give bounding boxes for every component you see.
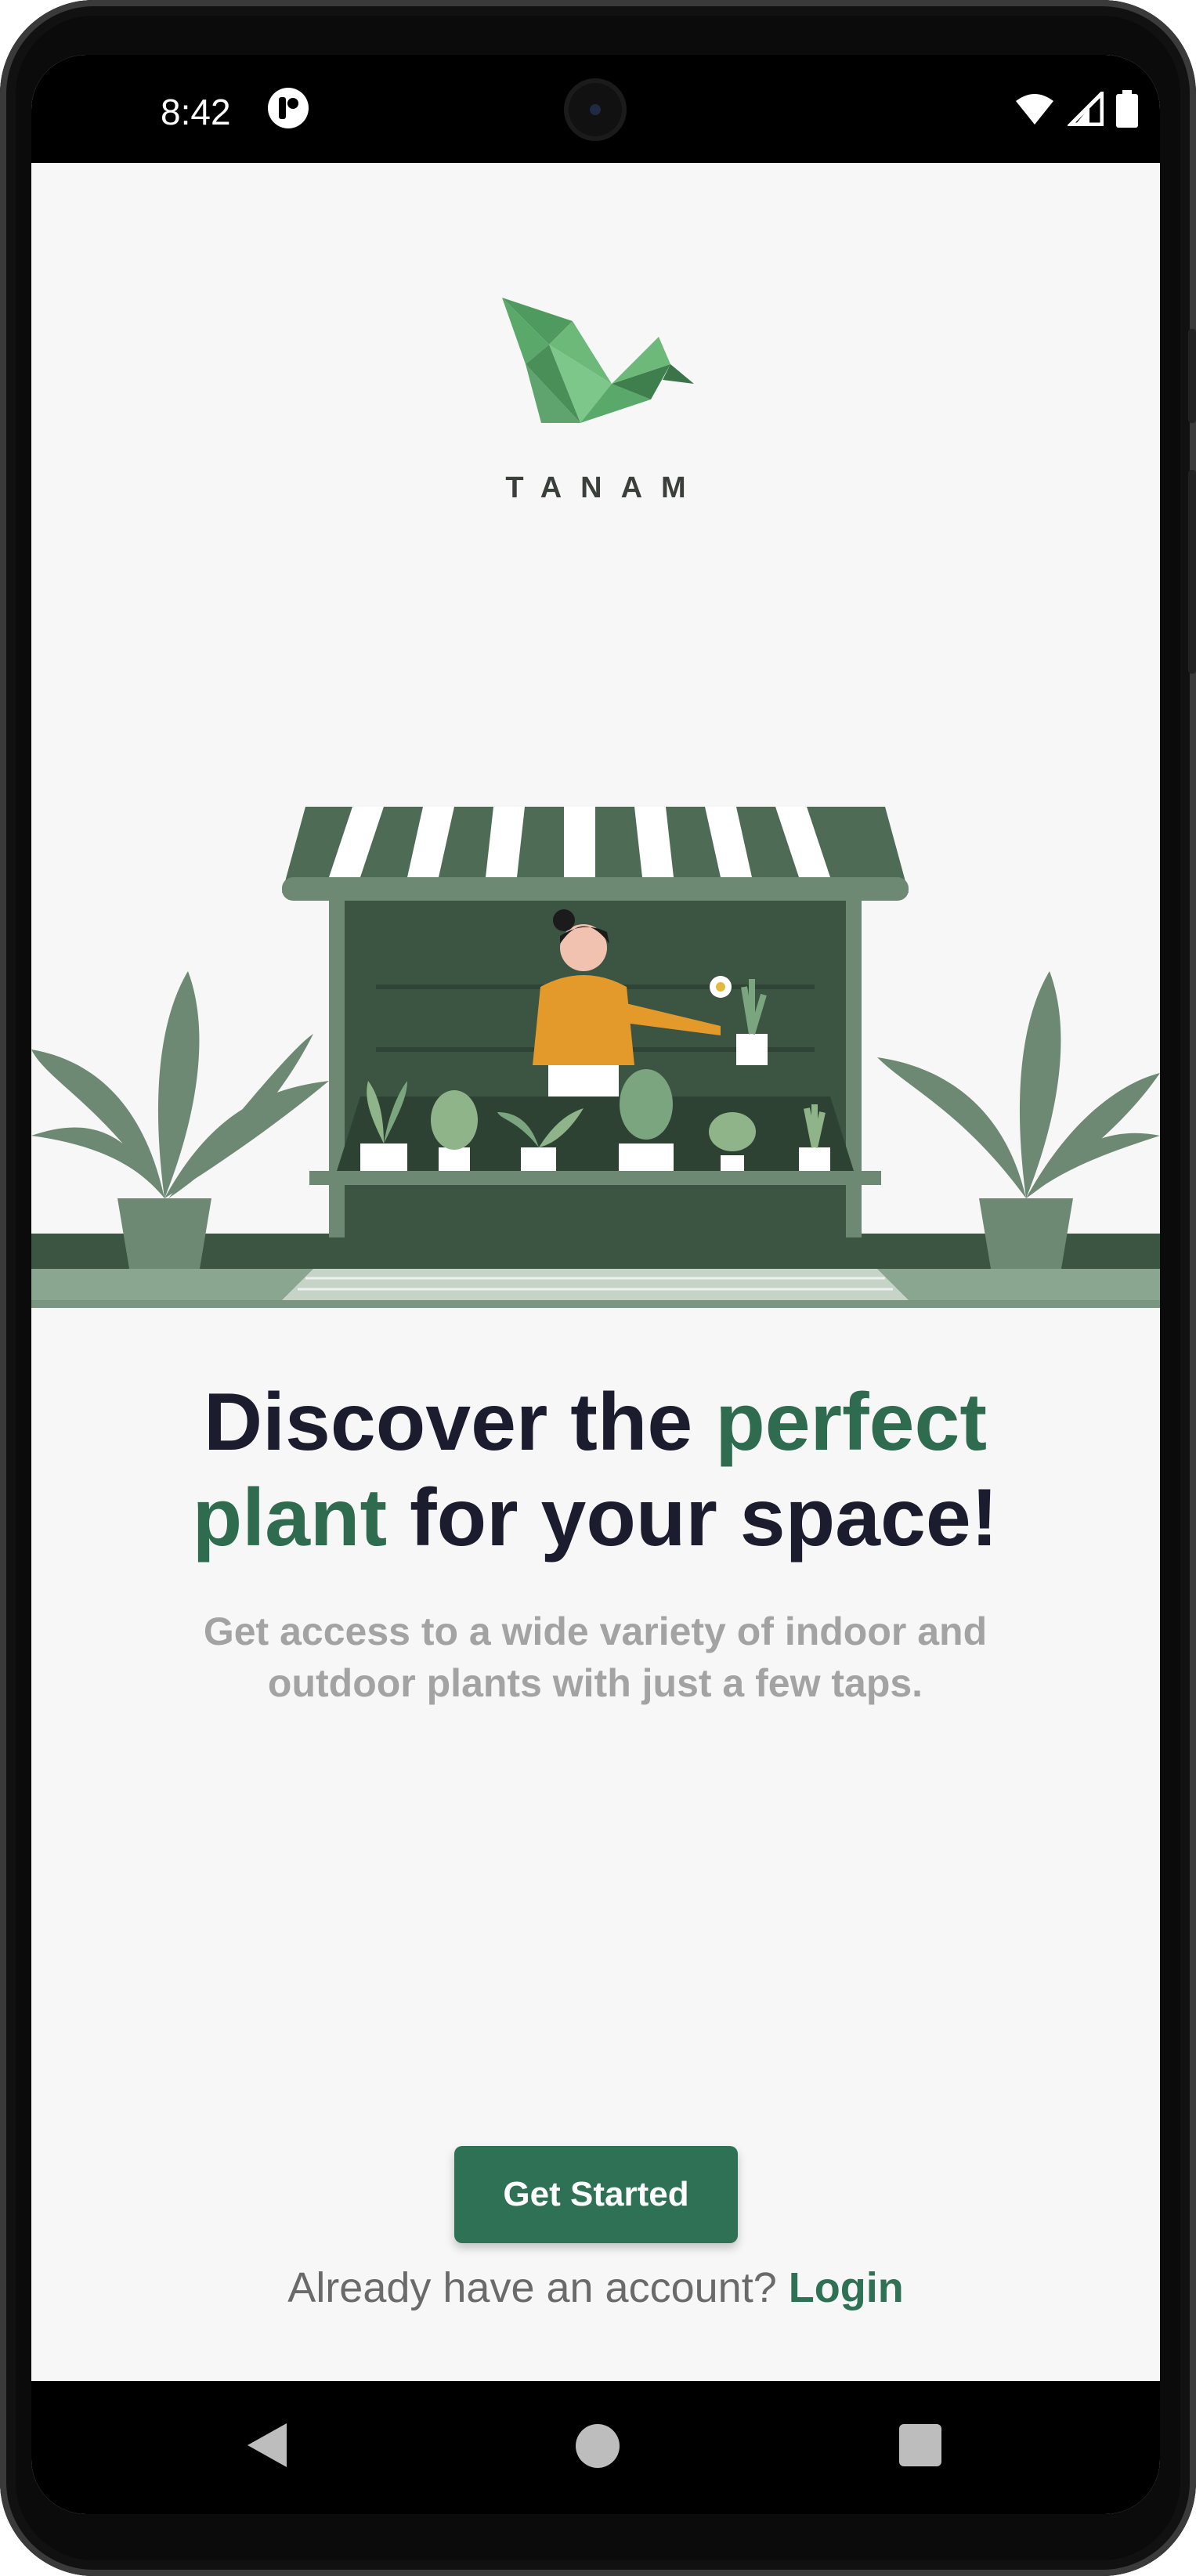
headline-text-start: Discover the bbox=[204, 1377, 693, 1468]
app-logo: TANAM bbox=[31, 290, 1160, 505]
left-potted-plant bbox=[31, 971, 329, 1269]
cellular-signal-icon bbox=[1068, 92, 1104, 126]
power-button bbox=[1188, 329, 1196, 423]
app-name: TANAM bbox=[505, 471, 705, 504]
status-time: 8:42 bbox=[161, 92, 231, 132]
front-camera bbox=[564, 78, 627, 141]
get-started-button[interactable]: Get Started bbox=[454, 2146, 738, 2243]
right-potted-plant bbox=[877, 971, 1160, 1269]
home-icon[interactable] bbox=[576, 2424, 620, 2468]
recents-icon[interactable] bbox=[899, 2424, 941, 2466]
phone-frame: 8:42 TANAM Discover the perfect plant fo… bbox=[0, 0, 1196, 2576]
back-icon[interactable] bbox=[243, 2420, 290, 2470]
login-prompt-text: Already have an account? bbox=[287, 2264, 777, 2311]
navigation-bar bbox=[31, 2381, 1160, 2514]
status-bar: 8:42 bbox=[31, 55, 1160, 163]
headline-text-end: for your space! bbox=[410, 1472, 999, 1563]
origami-bird-logo bbox=[501, 298, 694, 423]
plant-shop-illustration bbox=[31, 807, 1160, 1308]
subtext: Get access to a wide variety of indoor a… bbox=[203, 1610, 988, 1705]
headline: Discover the perfect plant for your spac… bbox=[125, 1375, 1065, 1566]
screen: 8:42 TANAM Discover the perfect plant fo… bbox=[31, 55, 1160, 2514]
login-link[interactable]: Login bbox=[789, 2264, 904, 2311]
battery-icon bbox=[1116, 90, 1138, 128]
tanam-app-icon bbox=[268, 88, 309, 128]
login-prompt-line: Already have an account? Login bbox=[31, 2263, 1160, 2312]
status-icons bbox=[1014, 89, 1138, 128]
striped-awning bbox=[282, 807, 909, 901]
volume-button bbox=[1188, 470, 1196, 674]
wifi-icon bbox=[1016, 94, 1053, 125]
